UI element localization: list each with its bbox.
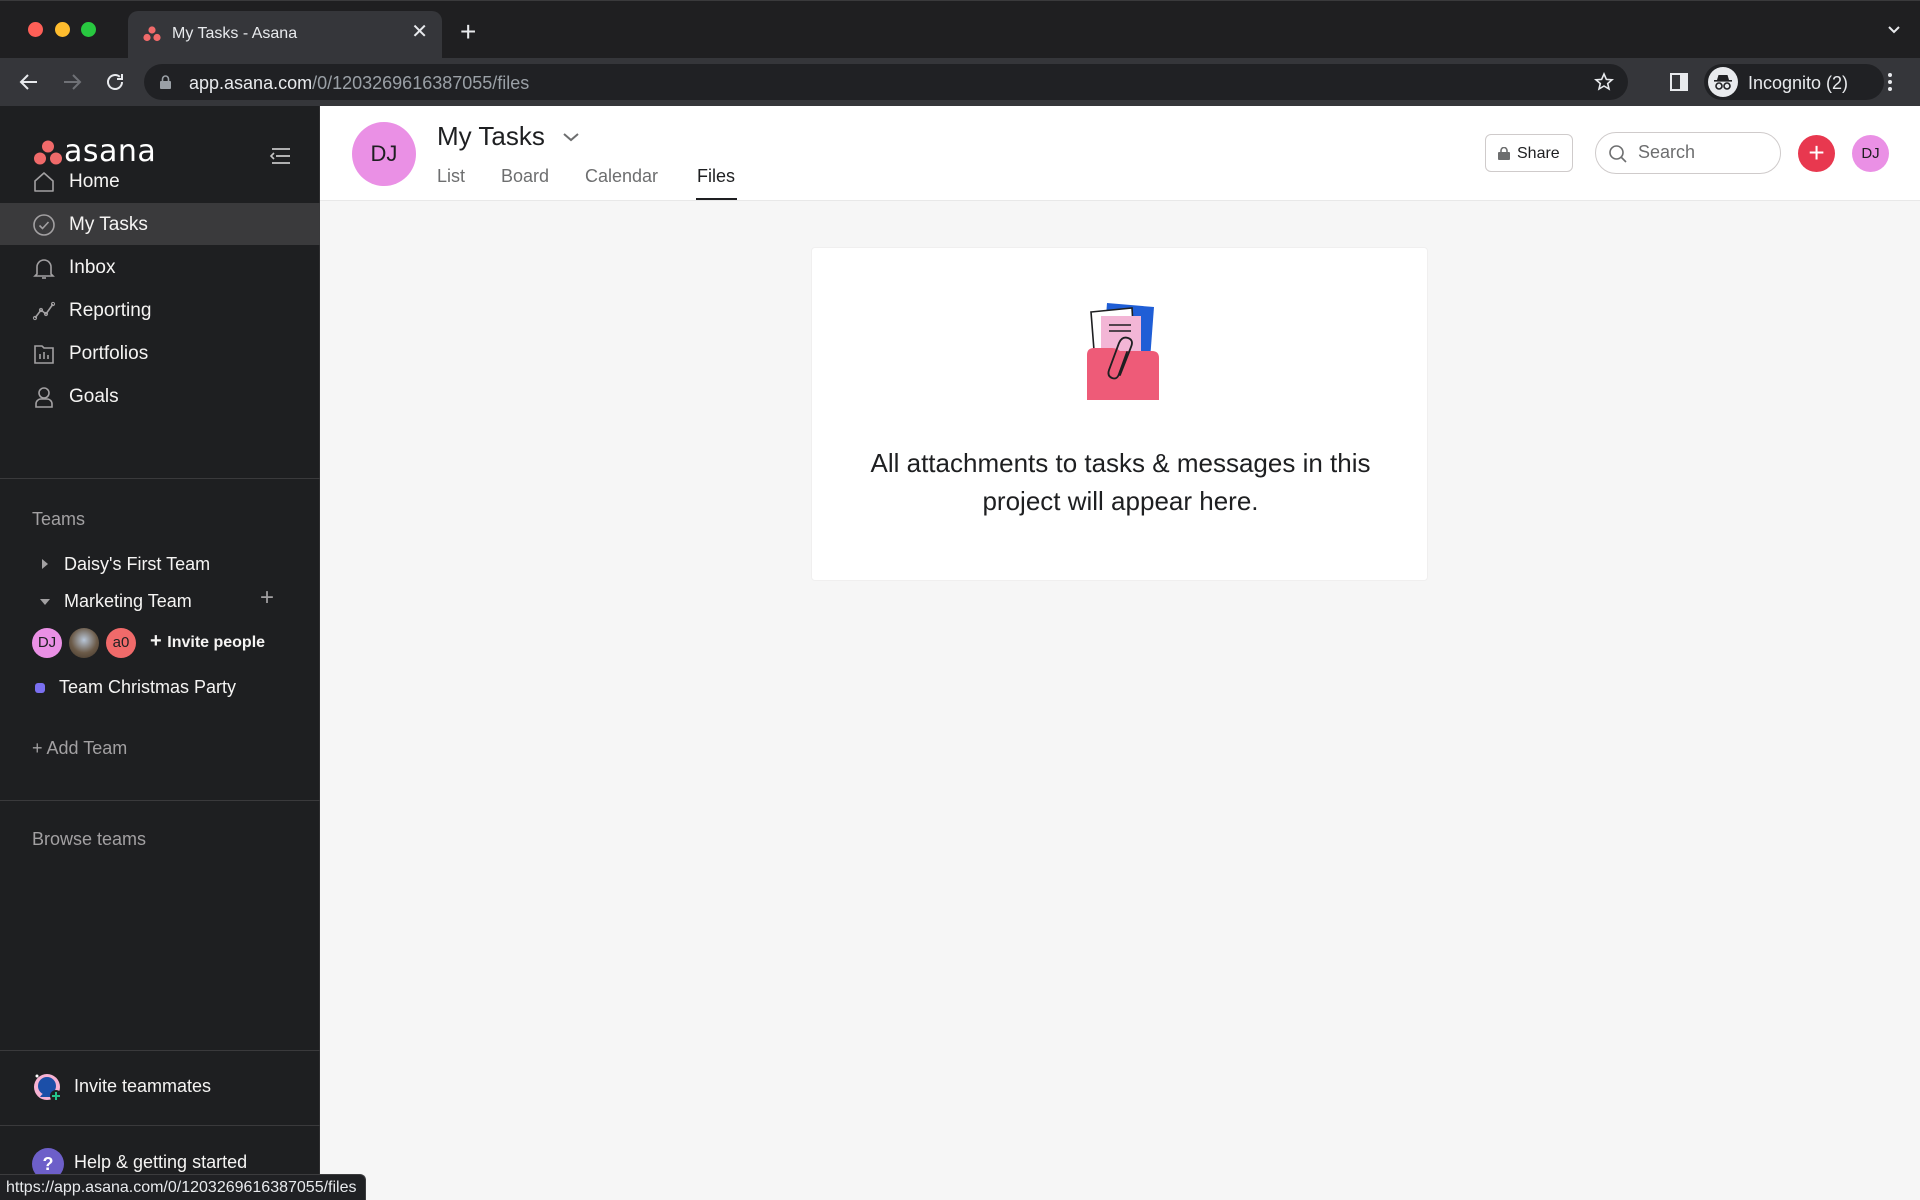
team-label: Marketing Team	[64, 591, 192, 611]
window-close-button[interactable]	[28, 22, 43, 37]
link-hover-status-bar: https://app.asana.com/0/1203269616387055…	[0, 1174, 366, 1200]
sidebar-divider	[0, 800, 320, 801]
tab-list[interactable]: List	[437, 166, 465, 187]
project-label: Team Christmas Party	[59, 677, 237, 697]
team-label: Daisy's First Team	[64, 554, 211, 574]
plus-icon: +	[150, 630, 168, 652]
sidebar-item-label: Home	[69, 171, 120, 192]
team-row-daisys-first-team[interactable]: Daisy's First Team	[0, 546, 320, 582]
tab-calendar[interactable]: Calendar	[585, 166, 658, 187]
user-avatar[interactable]: DJ	[1852, 135, 1889, 172]
invite-teammates-label: Invite teammates	[74, 1076, 212, 1096]
invite-teammates-button[interactable]: Invite teammates	[0, 1051, 320, 1123]
tab-board[interactable]: Board	[501, 166, 549, 187]
forward-arrow-icon[interactable]	[60, 70, 84, 94]
line-chart-icon	[32, 301, 56, 321]
sidebar-divider	[0, 478, 320, 479]
sidebar-item-label: Goals	[69, 386, 119, 407]
browser-tab-bar: My Tasks - Asana ✕ +	[0, 0, 1920, 59]
bookmark-star-icon[interactable]	[1594, 72, 1614, 92]
help-label: Help & getting started	[74, 1152, 248, 1172]
incognito-icon	[1708, 67, 1738, 97]
empty-state-message: All attachments to tasks & messages in t…	[870, 448, 1371, 516]
attachment-folder-illustration-icon	[1087, 303, 1159, 400]
tab-title: My Tasks - Asana	[172, 25, 298, 42]
invite-people-label: Invite people	[167, 634, 266, 651]
add-team-button[interactable]: + Add Team	[32, 738, 127, 759]
url-domain: app.asana.com	[189, 73, 313, 93]
goal-person-icon	[35, 387, 53, 408]
plus-icon: +	[32, 738, 47, 758]
tab-list-chevron-icon[interactable]	[1886, 23, 1902, 37]
sidebar: asana Home My Tasks Inbox Reporting Port…	[0, 106, 320, 1200]
incognito-profile-button[interactable]: Incognito (2)	[1704, 64, 1884, 100]
project-color-icon	[35, 683, 45, 693]
project-header: DJ My Tasks List Board Calendar Files Sh…	[320, 106, 1920, 201]
sidebar-item-home[interactable]: Home	[0, 160, 320, 202]
reload-icon[interactable]	[103, 70, 127, 94]
tab-files[interactable]: Files	[697, 166, 735, 187]
lock-icon	[1498, 147, 1510, 160]
window-maximize-button[interactable]	[81, 22, 96, 37]
url-text: app.asana.com/0/1203269616387055/files	[189, 73, 529, 94]
main-content: DJ My Tasks List Board Calendar Files Sh…	[320, 106, 1920, 1200]
home-icon	[34, 172, 54, 192]
add-project-icon[interactable]: +	[260, 586, 278, 610]
project-avatar: DJ	[352, 122, 416, 186]
browse-teams-link[interactable]: Browse teams	[32, 829, 146, 850]
invite-people-button[interactable]: + Invite people	[150, 630, 265, 653]
active-tab-indicator	[696, 198, 737, 200]
team-member-avatar[interactable]: DJ	[32, 628, 62, 658]
caret-down-icon[interactable]	[40, 595, 50, 607]
search-icon	[1609, 145, 1627, 163]
portfolio-icon	[34, 345, 54, 364]
side-panel-icon[interactable]	[1669, 72, 1689, 92]
page-title: My Tasks	[437, 121, 545, 151]
sidebar-item-label: My Tasks	[69, 214, 148, 235]
share-label: Share	[1517, 145, 1560, 162]
teams-section-title[interactable]: Teams	[32, 509, 85, 530]
check-circle-icon	[33, 214, 55, 236]
sidebar-item-label: Inbox	[69, 257, 116, 278]
add-team-label: Add Team	[46, 738, 128, 758]
search-box[interactable]	[1595, 132, 1781, 174]
sidebar-item-label: Portfolios	[69, 343, 149, 364]
sidebar-item-portfolios[interactable]: Portfolios	[0, 332, 320, 374]
browser-menu-icon[interactable]	[1882, 70, 1898, 94]
incognito-label: Incognito (2)	[1748, 73, 1849, 93]
team-row-marketing-team[interactable]: Marketing Team +	[0, 583, 320, 619]
browser-toolbar: app.asana.com/0/1203269616387055/files I…	[0, 58, 1920, 106]
quick-add-button[interactable]: +	[1798, 135, 1835, 172]
sidebar-item-inbox[interactable]: Inbox	[0, 246, 320, 288]
browser-tab[interactable]: My Tasks - Asana ✕	[128, 11, 442, 59]
new-tab-button[interactable]: +	[460, 18, 476, 46]
window-minimize-button[interactable]	[55, 22, 70, 37]
plus-icon: +	[1808, 137, 1825, 168]
invite-teammates-icon	[34, 1074, 62, 1102]
project-row-team-christmas-party[interactable]: Team Christmas Party	[0, 670, 320, 704]
sidebar-item-my-tasks[interactable]: My Tasks	[0, 203, 320, 245]
search-input[interactable]	[1638, 142, 1768, 163]
sidebar-item-reporting[interactable]: Reporting	[0, 289, 320, 331]
back-arrow-icon[interactable]	[17, 70, 41, 94]
tab-close-icon[interactable]: ✕	[411, 22, 428, 42]
bell-icon	[33, 259, 55, 279]
files-empty-state-card: All attachments to tasks & messages in t…	[811, 247, 1428, 581]
address-bar[interactable]: app.asana.com/0/1203269616387055/files	[144, 64, 1628, 100]
url-path: /0/1203269616387055/files	[312, 73, 530, 93]
sidebar-item-label: Reporting	[69, 300, 152, 321]
lock-icon	[160, 75, 171, 89]
caret-right-icon[interactable]	[40, 558, 50, 570]
sidebar-item-goals[interactable]: Goals	[0, 375, 320, 417]
chevron-down-icon[interactable]	[561, 130, 581, 144]
asana-favicon-icon	[143, 26, 161, 42]
share-button[interactable]: Share	[1485, 134, 1573, 172]
team-member-avatar[interactable]: a0	[106, 628, 136, 658]
team-member-avatar-photo[interactable]	[69, 628, 99, 658]
